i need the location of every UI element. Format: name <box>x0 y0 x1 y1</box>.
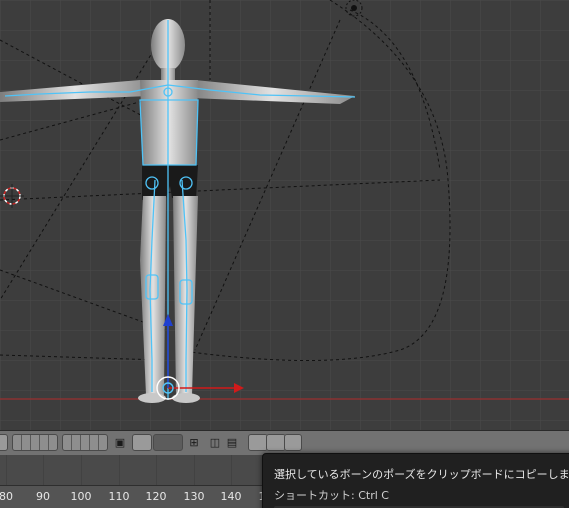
layer-buttons-2[interactable] <box>62 434 108 451</box>
camera-icon[interactable]: ▤ <box>224 434 240 451</box>
pose-paste-flipped-icon[interactable] <box>284 434 302 451</box>
pose-paste-icon[interactable] <box>266 434 286 451</box>
lock-icon[interactable]: ▣ <box>112 434 128 451</box>
frame-tick: 130 <box>183 490 205 503</box>
viewport-grid <box>0 0 569 430</box>
snap-element-dropdown[interactable] <box>153 434 183 451</box>
pose-copy-icon[interactable] <box>248 434 268 451</box>
3d-viewport[interactable] <box>0 0 569 430</box>
proportional-edit-button[interactable] <box>132 434 152 451</box>
viewport-canvas <box>0 0 569 430</box>
blender-window: ▣ ⊞ ◫ ▤ 80 90 100 110 120 130 140 150 16… <box>0 0 569 508</box>
header-menu-button[interactable] <box>0 434 8 451</box>
frame-tick: 100 <box>70 490 92 503</box>
tooltip: 選択しているボーンのポーズをクリップボードにコピーします ショートカット: Ct… <box>262 453 569 508</box>
tooltip-description: 選択しているボーンのポーズをクリップボードにコピーします <box>274 468 569 481</box>
render-icon[interactable]: ◫ <box>207 434 223 451</box>
frame-tick: 120 <box>145 490 167 503</box>
tooltip-shortcut: ショートカット: Ctrl C <box>274 489 389 502</box>
frame-tick: 110 <box>108 490 130 503</box>
snap-icon[interactable]: ⊞ <box>186 434 202 451</box>
frame-tick: 90 <box>36 490 50 503</box>
layer-buttons[interactable] <box>12 434 58 451</box>
frame-tick: 80 <box>0 490 13 503</box>
frame-tick: 140 <box>220 490 242 503</box>
